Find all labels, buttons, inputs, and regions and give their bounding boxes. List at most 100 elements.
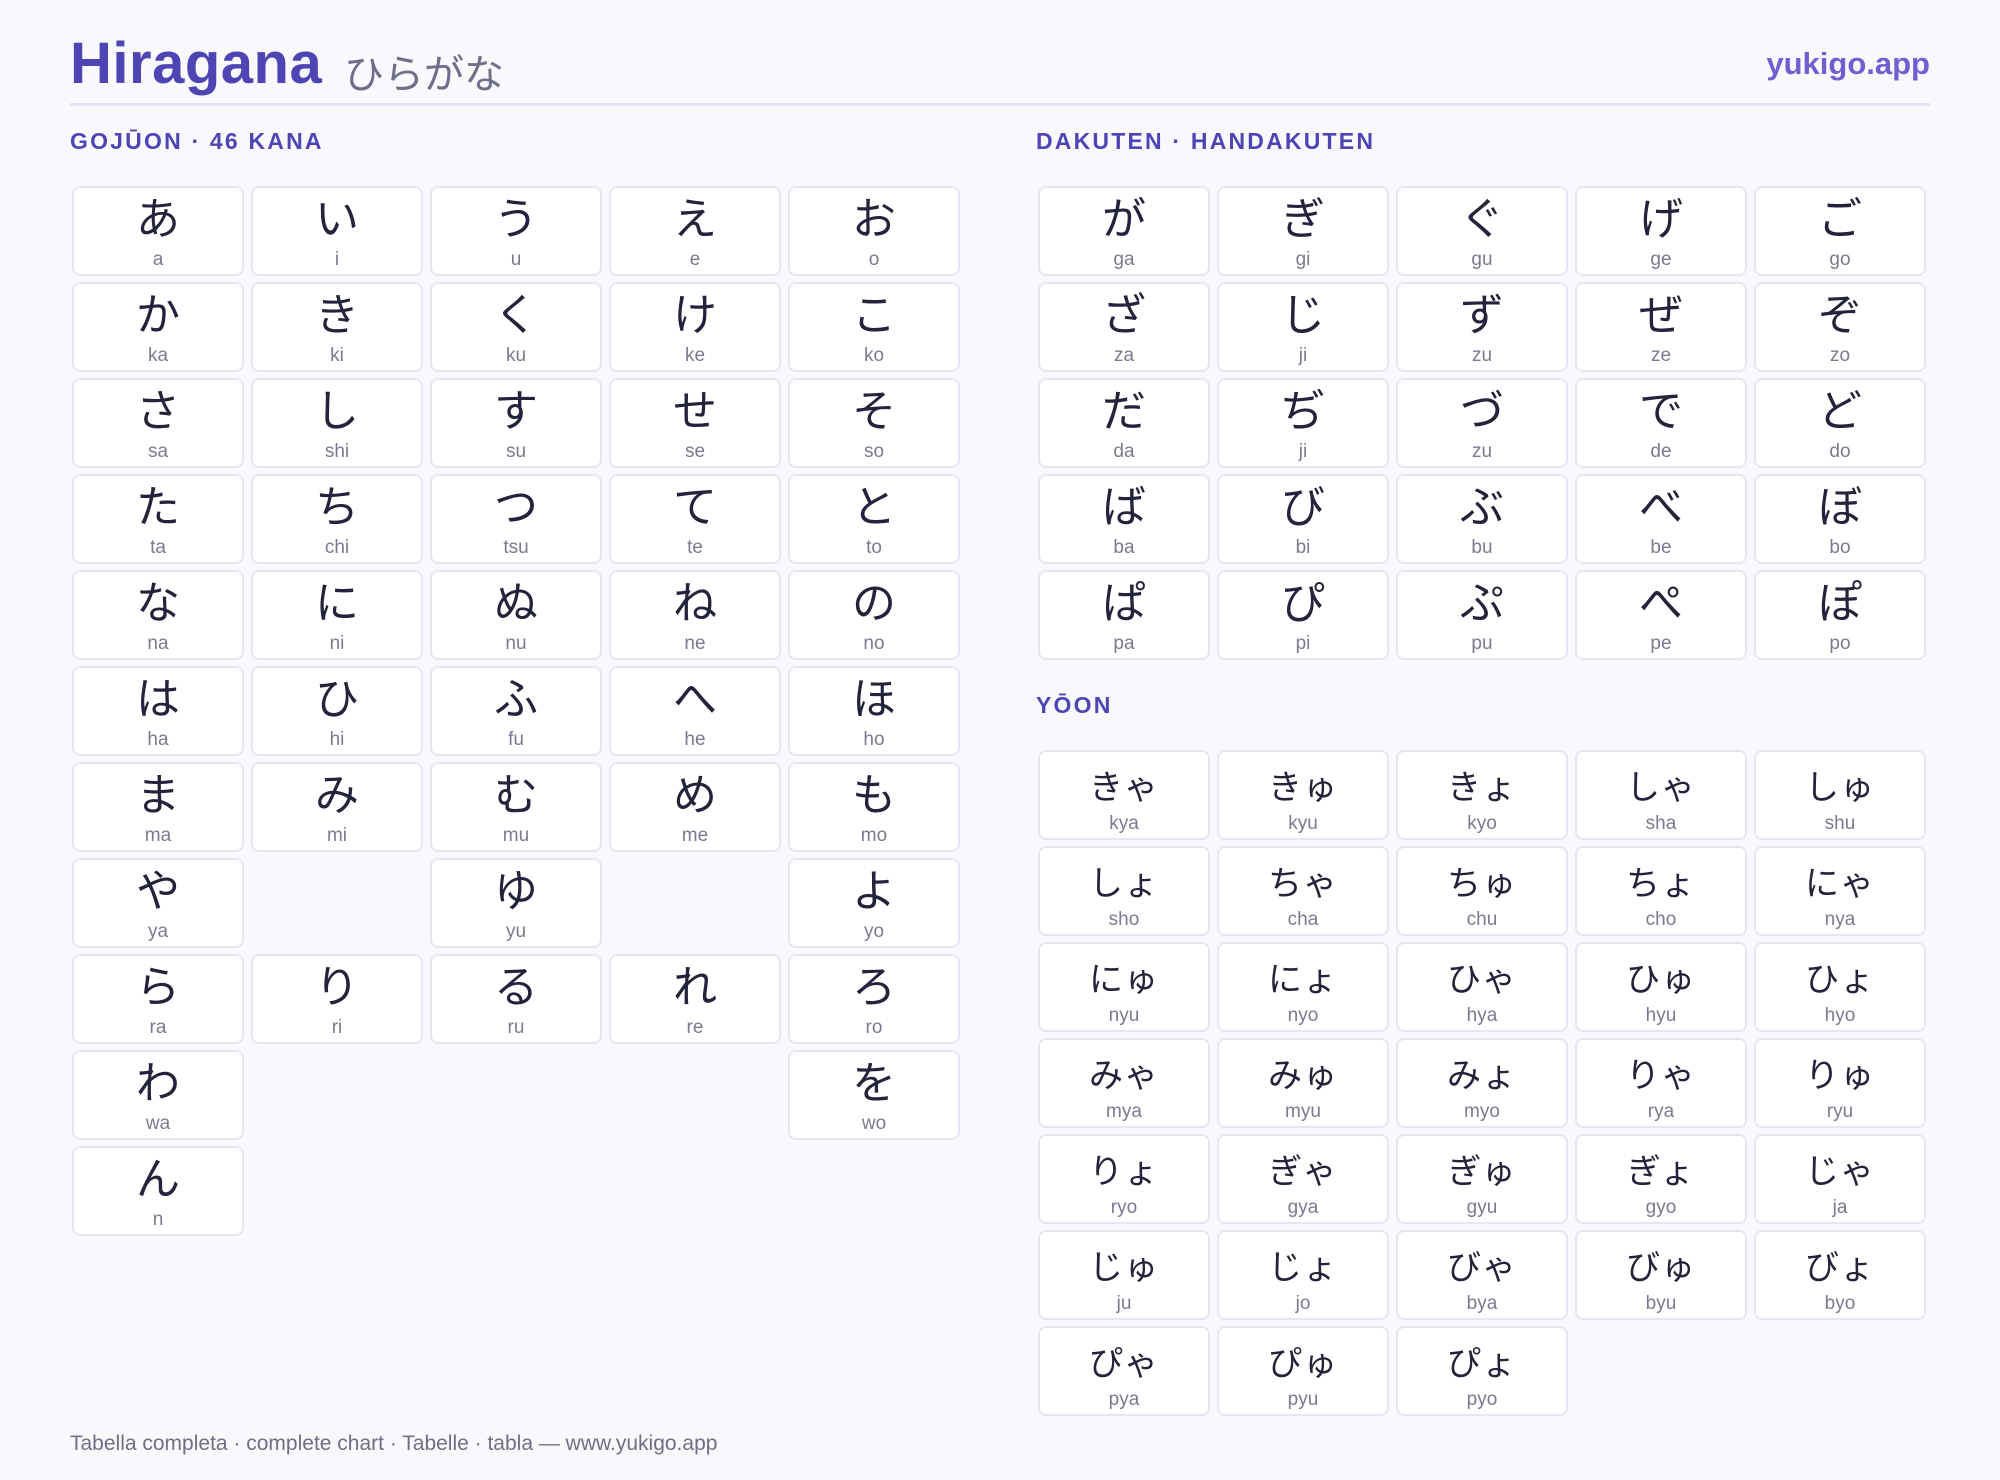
kana-character: て [673, 482, 717, 533]
kana-card: みゃ mya [1038, 1038, 1210, 1128]
kana-romaji: nyo [1287, 1005, 1319, 1026]
kana-character: みょ [1447, 1056, 1517, 1096]
kana-romaji: ri [331, 1017, 343, 1038]
kana-character: づ [1460, 386, 1504, 437]
kana-romaji: do [1829, 441, 1851, 462]
kana-card: ね ne [609, 570, 781, 660]
kana-card: む mu [430, 762, 602, 852]
kana-card: じょ jo [1217, 1230, 1389, 1320]
kana-character: じょ [1268, 1248, 1338, 1288]
kana-character: ひょ [1805, 960, 1875, 1000]
kana-romaji: na [147, 633, 169, 654]
kana-character: げ [1639, 194, 1683, 245]
kana-romaji: bo [1829, 537, 1851, 558]
kana-card: ぷ pu [1396, 570, 1568, 660]
kana-card: め me [609, 762, 781, 852]
kana-card: す su [430, 378, 602, 468]
kana-character: ぶ [1460, 482, 1504, 533]
kana-card: ぬ nu [430, 570, 602, 660]
kana-romaji: mi [326, 825, 348, 846]
kana-romaji: ki [330, 345, 344, 366]
kana-card: いi [251, 186, 423, 276]
kana-card: け ke [609, 282, 781, 372]
kana-romaji: tsu [503, 537, 529, 558]
kana-romaji: te [687, 537, 703, 558]
site-link[interactable]: yukigo.app [1766, 46, 1930, 82]
kana-character: ざ [1102, 290, 1146, 341]
kana-romaji: myu [1285, 1101, 1321, 1122]
kana-card: に ni [251, 570, 423, 660]
kana-character: せ [673, 386, 717, 437]
kana-romaji: ji [1298, 345, 1308, 366]
kana-character: え [673, 194, 717, 245]
kana-card: ひ hi [251, 666, 423, 756]
kana-romaji: po [1829, 633, 1851, 654]
kana-card: げ ge [1575, 186, 1747, 276]
kana-romaji: ga [1113, 249, 1135, 270]
kana-romaji: yo [863, 921, 885, 942]
kana-romaji: su [505, 441, 527, 462]
kana-card: ちょ cho [1575, 846, 1747, 936]
kana-character: きょ [1447, 768, 1517, 808]
kana-romaji: rya [1647, 1101, 1675, 1122]
kana-romaji: fu [508, 729, 524, 750]
kana-romaji: hi [329, 729, 345, 750]
kana-romaji: myo [1464, 1101, 1500, 1122]
kana-character: じ [1281, 290, 1325, 341]
kana-card: く ku [430, 282, 602, 372]
kana-card: へ he [609, 666, 781, 756]
kana-romaji: nyu [1108, 1005, 1140, 1026]
kana-card: や ya [72, 858, 244, 948]
kana-character: は [136, 674, 180, 725]
kana-card: んn [72, 1146, 244, 1236]
kana-romaji: ji [1298, 441, 1308, 462]
kana-character: け [673, 290, 717, 341]
kana-card: ぶ bu [1396, 474, 1568, 564]
kana-card: ひゃ hya [1396, 942, 1568, 1032]
kana-character: びゃ [1447, 1248, 1517, 1288]
kana-romaji: ze [1650, 345, 1672, 366]
kana-card: ふ fu [430, 666, 602, 756]
kana-romaji: gya [1287, 1197, 1319, 1218]
kana-character: にゃ [1805, 864, 1875, 904]
kana-character: きゃ [1089, 768, 1159, 808]
kana-romaji: ni [329, 633, 345, 654]
kana-romaji: byu [1645, 1293, 1677, 1314]
kana-card: じ ji [1217, 282, 1389, 372]
kana-romaji: ka [147, 345, 169, 366]
kana-card: づ zu [1396, 378, 1568, 468]
kana-card: うu [430, 186, 602, 276]
kana-card: びゃ bya [1396, 1230, 1568, 1320]
kana-character: ぴゃ [1089, 1344, 1159, 1384]
kana-romaji: nu [505, 633, 527, 654]
kana-romaji: chu [1466, 909, 1498, 930]
kana-card: りょ ryo [1038, 1134, 1210, 1224]
kana-romaji: bya [1466, 1293, 1498, 1314]
kana-card: ぐ gu [1396, 186, 1568, 276]
kana-card: ちゅ chu [1396, 846, 1568, 936]
kana-card: りゃ rya [1575, 1038, 1747, 1128]
kana-romaji: ju [1116, 1293, 1132, 1314]
kana-character: よ [852, 866, 896, 917]
page-subtitle: ひらがな [344, 52, 504, 98]
kana-romaji: bi [1295, 537, 1311, 558]
kana-character: ほ [852, 674, 896, 725]
kana-character: ご [1818, 194, 1862, 245]
kana-romaji: ra [149, 1017, 167, 1038]
kana-character: へ [673, 674, 717, 725]
kana-card: な na [72, 570, 244, 660]
kana-character: ちょ [1626, 864, 1696, 904]
kana-character: ぷ [1460, 578, 1504, 629]
kana-character: あ [136, 194, 180, 245]
kana-romaji: i [334, 249, 340, 270]
kana-card: じゅ ju [1038, 1230, 1210, 1320]
kana-character: ら [136, 962, 180, 1013]
kana-card: ぞ zo [1754, 282, 1926, 372]
kana-card: ぼ bo [1754, 474, 1926, 564]
kana-character: ん [136, 1154, 180, 1205]
kana-card: つ tsu [430, 474, 602, 564]
kana-character: み [315, 770, 359, 821]
kana-romaji: a [152, 249, 164, 270]
kana-card: びゅ byu [1575, 1230, 1747, 1320]
kana-character: ゆ [494, 866, 538, 917]
